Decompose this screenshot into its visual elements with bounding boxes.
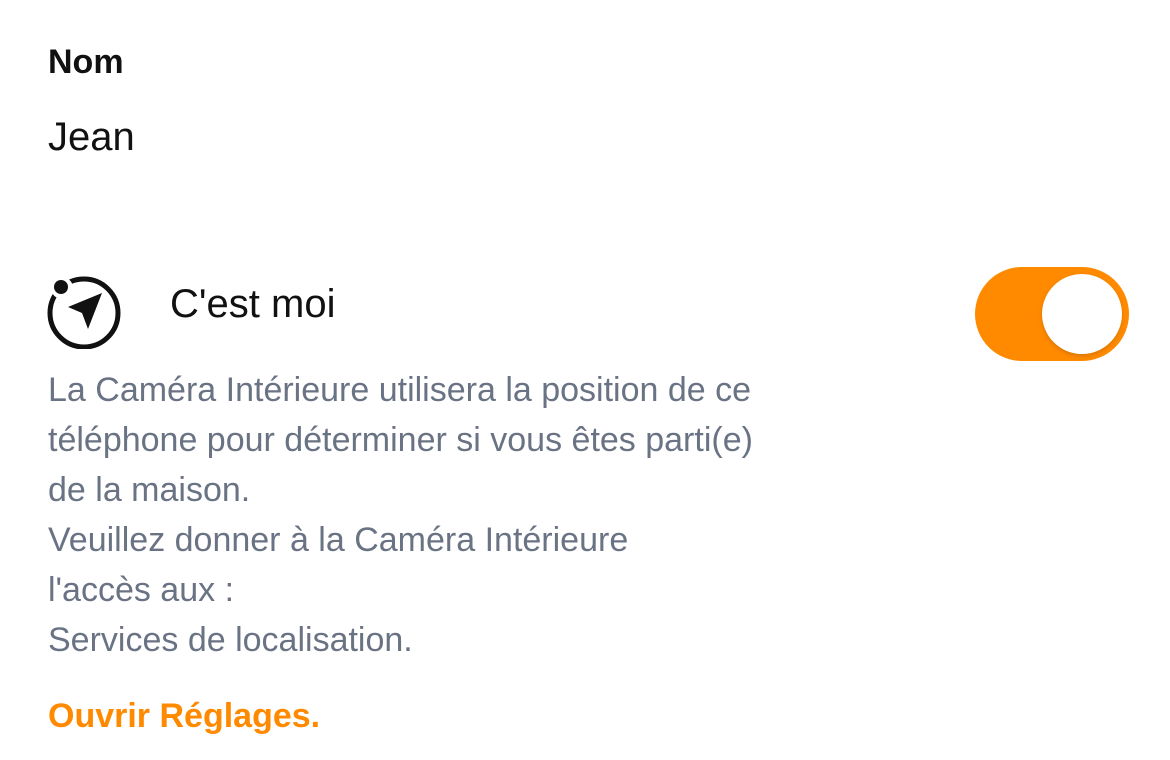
location-toggle-switch[interactable]	[975, 267, 1129, 361]
toggle-label: C'est moi	[170, 282, 336, 326]
description-line: l'accès aux :	[48, 571, 235, 609]
description-line: de la maison.	[48, 471, 251, 509]
name-label: Nom	[48, 43, 124, 81]
location-arrow-icon	[47, 276, 121, 349]
toggle-knob	[1042, 274, 1122, 354]
location-toggle-row: C'est moi	[0, 255, 1170, 361]
description-line: La Caméra Intérieure utilisera la positi…	[48, 371, 752, 409]
name-value[interactable]: Jean	[48, 112, 135, 162]
description-line: Services de localisation.	[48, 621, 413, 659]
description-line: téléphone pour déterminer si vous êtes p…	[48, 421, 753, 459]
open-settings-link[interactable]: Ouvrir Réglages.	[48, 692, 320, 740]
description-line: Veuillez donner à la Caméra Intérieure	[48, 521, 629, 559]
description-text: La Caméra Intérieure utilisera la positi…	[48, 365, 928, 665]
